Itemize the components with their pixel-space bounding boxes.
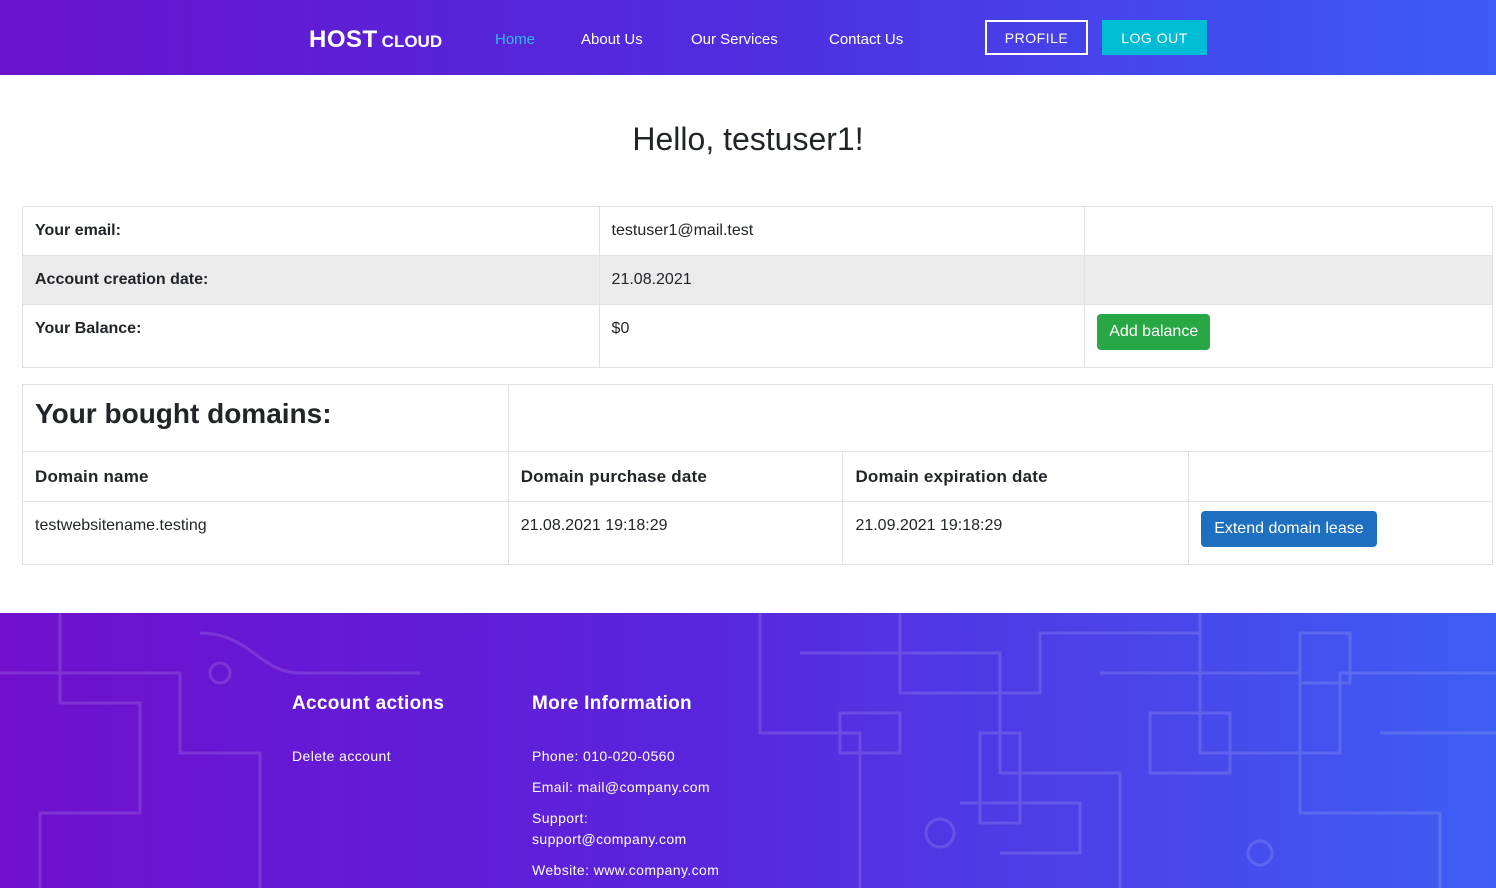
column-header-purchase-date: Domain purchase date: [507, 451, 844, 502]
column-header-action: [1188, 451, 1493, 502]
table-header-row: Domain name Domain purchase date Domain …: [22, 451, 1493, 502]
extend-domain-lease-button[interactable]: Extend domain lease: [1201, 511, 1377, 547]
footer-account-title: Account actions: [292, 693, 445, 714]
purchase-date-cell: 21.08.2021 19:18:29: [507, 501, 844, 565]
footer-more-information: More Information Phone: 010-020-0560 Ema…: [532, 693, 732, 881]
delete-account-link[interactable]: Delete account: [292, 746, 444, 767]
domains-title: Your bought domains:: [22, 384, 509, 452]
balance-value: $0: [598, 304, 1086, 368]
column-header-expiration-date: Domain expiration date: [842, 451, 1190, 502]
footer: Account actions Delete account More Info…: [0, 613, 1496, 888]
footer-account-actions: Account actions Delete account: [292, 693, 444, 767]
table-row: Your Balance: $0 Add balance: [22, 304, 1493, 368]
action-cell: Extend domain lease: [1188, 501, 1493, 565]
nav-home[interactable]: Home: [495, 31, 535, 48]
nav-contact-us[interactable]: Contact Us: [829, 31, 903, 48]
balance-label: Your Balance:: [22, 304, 600, 368]
footer-support-email[interactable]: support@company.com: [532, 829, 732, 850]
logo[interactable]: HOST CLOUD: [309, 26, 442, 54]
empty-cell: [1084, 206, 1493, 256]
logo-main: HOST: [309, 26, 378, 53]
logo-sub: CLOUD: [381, 32, 443, 51]
nav-our-services[interactable]: Our Services: [691, 31, 778, 48]
creation-date-value: 21.08.2021: [598, 255, 1086, 305]
table-title-row: Your bought domains:: [22, 384, 1494, 452]
balance-action-cell: Add balance: [1084, 304, 1493, 368]
footer-phone: Phone: 010-020-0560: [532, 748, 676, 764]
expiration-date-cell: 21.09.2021 19:18:29: [842, 501, 1190, 565]
nav-about-us[interactable]: About Us: [581, 31, 643, 48]
empty-cell: [1084, 255, 1493, 305]
footer-info-title: More Information: [532, 693, 692, 714]
table-row: Your email: testuser1@mail.test: [22, 206, 1493, 256]
table-row: testwebsitename.testing 21.08.2021 19:18…: [22, 501, 1493, 565]
empty-cell: [507, 384, 1494, 452]
header: HOST CLOUD Home About Us Our Services Con…: [0, 0, 1496, 75]
domain-name-cell: testwebsitename.testing: [22, 501, 509, 565]
table-row: Account creation date: 21.08.2021: [22, 255, 1493, 305]
column-header-domain-name: Domain name: [22, 451, 509, 502]
circuit-background-pattern: [0, 613, 1496, 888]
footer-email: Email: mail@company.com: [532, 779, 710, 795]
creation-date-label: Account creation date:: [22, 255, 600, 305]
footer-support-label: Support:: [532, 810, 589, 826]
domains-table: Your bought domains: Domain name Domain …: [22, 384, 1494, 565]
account-info-table: Your email: testuser1@mail.test Account …: [22, 206, 1493, 368]
footer-website[interactable]: Website: www.company.com: [532, 860, 732, 881]
page-title: Hello, testuser1!: [632, 121, 864, 157]
add-balance-button[interactable]: Add balance: [1097, 314, 1211, 350]
email-value: testuser1@mail.test: [598, 206, 1086, 256]
email-label: Your email:: [22, 206, 600, 256]
logout-button[interactable]: LOG OUT: [1102, 20, 1207, 55]
profile-button[interactable]: PROFILE: [985, 20, 1088, 55]
